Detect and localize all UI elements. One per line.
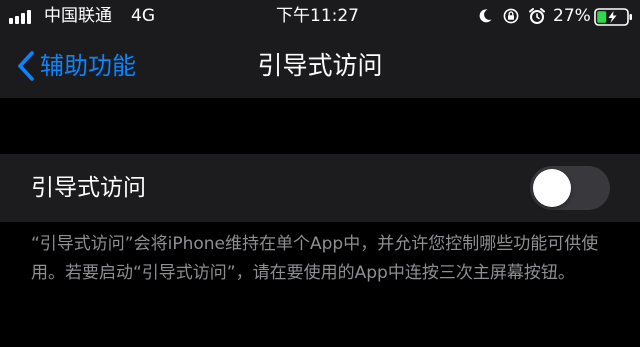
alarm-icon bbox=[529, 8, 545, 24]
footer-description: “引导式访问”会将iPhone维持在单个App中，并允许您控制哪些功能可供使用。… bbox=[31, 234, 599, 283]
guided-access-row: 引导式访问 bbox=[0, 154, 640, 222]
battery-charging-icon bbox=[594, 8, 632, 26]
signal-icon bbox=[9, 10, 35, 24]
rotation-lock-icon bbox=[503, 8, 519, 24]
guided-access-toggle[interactable] bbox=[530, 166, 610, 210]
navigation-bar: 辅助功能 引导式访问 bbox=[0, 34, 640, 98]
back-button-label: 辅助功能 bbox=[40, 52, 136, 80]
chevron-left-icon bbox=[18, 51, 34, 81]
moon-icon bbox=[479, 9, 492, 23]
toggle-knob bbox=[533, 169, 571, 207]
network-type: 4G bbox=[131, 6, 155, 26]
status-bar: 中国联通 4G 下午11:27 27% bbox=[0, 0, 640, 34]
setting-label: 引导式访问 bbox=[31, 175, 146, 201]
carrier-name: 中国联通 bbox=[44, 6, 112, 26]
back-button[interactable]: 辅助功能 bbox=[16, 48, 136, 84]
status-time: 下午11:27 bbox=[276, 6, 359, 26]
page-title: 引导式访问 bbox=[257, 51, 383, 80]
battery-percentage: 27% bbox=[553, 6, 591, 26]
